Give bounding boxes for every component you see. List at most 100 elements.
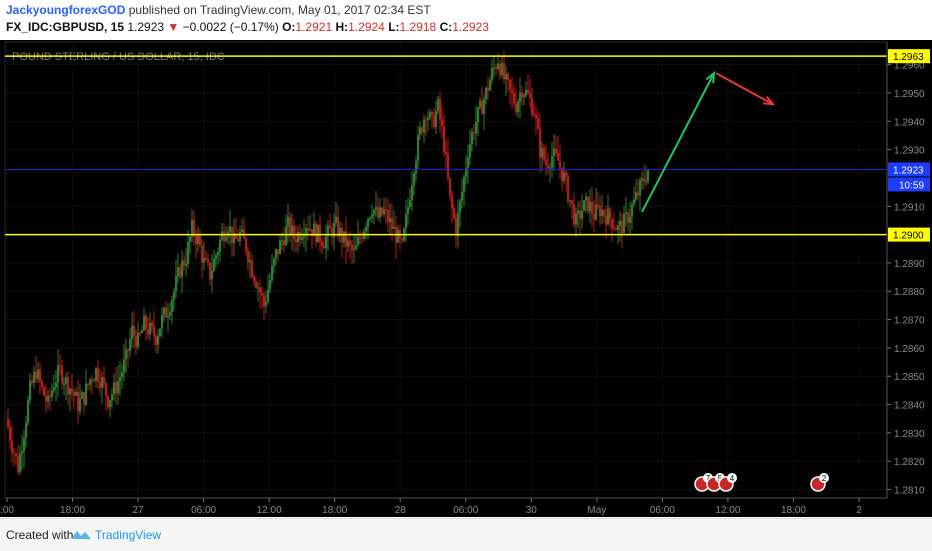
candle-body: [361, 238, 364, 240]
candle-body: [451, 195, 454, 209]
candle-body: [609, 208, 612, 220]
candle-body: [47, 395, 50, 402]
candle-body: [199, 235, 202, 246]
candle-body: [17, 456, 20, 473]
candle-body: [317, 224, 320, 243]
candle-body: [269, 279, 272, 290]
candle-body: [125, 349, 128, 360]
candle-body: [611, 219, 614, 229]
candle-body: [583, 200, 586, 211]
candle-body: [169, 311, 172, 316]
candle-body: [201, 245, 204, 263]
candle-body: [367, 218, 370, 228]
candle-body: [241, 229, 244, 233]
candle-body: [577, 210, 580, 214]
candle-body: [597, 204, 600, 207]
candle-body: [225, 236, 228, 241]
candle-body: [459, 200, 462, 213]
candle-body: [73, 391, 76, 396]
candle-body: [195, 235, 198, 244]
candle-body: [521, 92, 524, 98]
candle-body: [127, 349, 130, 351]
tradingview-logo-icon[interactable]: [70, 527, 92, 543]
candle-body: [175, 276, 178, 292]
candle-body: [139, 332, 142, 334]
candle-body: [97, 368, 100, 383]
candle-body: [479, 100, 482, 108]
candle-body: [353, 249, 356, 251]
x-tick-label: 06:00: [453, 505, 478, 516]
candle-body: [421, 127, 424, 133]
candle-body: [529, 92, 532, 98]
candle-body: [257, 287, 260, 289]
candle-body: [65, 377, 68, 384]
candle-body: [49, 395, 52, 398]
x-tick-label: 18:00: [322, 505, 347, 516]
candle-body: [567, 176, 570, 202]
candle-body: [423, 119, 426, 133]
candle-body: [581, 210, 584, 219]
open-value: 1.2921: [295, 20, 333, 34]
candle-body: [383, 209, 386, 215]
x-tick-label: :00: [0, 505, 14, 516]
candle-body: [37, 369, 40, 379]
publish-line: JackyoungforexGOD published on TradingVi…: [6, 3, 431, 17]
candle-body: [453, 208, 456, 219]
author-link[interactable]: JackyoungforexGOD: [6, 3, 125, 17]
x-tick-label: 27: [133, 505, 145, 516]
candle-body: [259, 287, 262, 293]
price-chart[interactable]: POUND STERLING / US DOLLAR, 15, IDC 1.29…: [0, 40, 932, 517]
candle-body: [633, 199, 636, 205]
candle-body: [41, 381, 44, 388]
candle-body: [45, 396, 48, 402]
candle-body: [349, 240, 352, 245]
candle-body: [569, 200, 572, 202]
last-price: 1.2923: [127, 20, 165, 34]
candle-body: [331, 228, 334, 238]
candle-body: [599, 206, 602, 217]
event-count-label: 2: [822, 474, 827, 483]
candle-body: [457, 212, 460, 237]
candle-body: [385, 209, 388, 211]
close-label: C:: [439, 20, 453, 34]
candle-body: [149, 322, 152, 335]
candle-body: [43, 387, 46, 397]
candle-body: [389, 218, 392, 223]
candle-body: [303, 235, 306, 238]
candle-body: [435, 111, 438, 128]
y-tick-label: 1.2870: [894, 316, 925, 327]
candle-body: [357, 237, 360, 246]
candle-body: [15, 453, 18, 457]
candle-body: [147, 329, 150, 335]
candle-body: [31, 380, 34, 383]
candle-body: [605, 215, 608, 225]
high-value: 1.2924: [348, 20, 385, 34]
symbol-label: FX_IDC:GBPUSD, 15: [6, 20, 125, 34]
candle-body: [203, 257, 206, 263]
tradingview-brand-link[interactable]: TradingView: [95, 528, 161, 542]
candle-body: [59, 365, 62, 367]
candle-body: [55, 382, 58, 388]
chart-area[interactable]: POUND STERLING / US DOLLAR, 15, IDC 1.29…: [0, 40, 932, 517]
candle-body: [213, 258, 216, 271]
candle-body: [535, 114, 538, 119]
y-tick-label: 1.2860: [894, 344, 925, 355]
candle-body: [601, 210, 604, 217]
candle-body: [159, 328, 162, 336]
candle-body: [591, 201, 594, 214]
candle-body: [587, 196, 590, 212]
candle-body: [593, 213, 596, 220]
y-tick-label: 1.2950: [894, 89, 925, 100]
candle-body: [387, 209, 390, 223]
candle-body: [273, 258, 276, 266]
candle-body: [417, 135, 420, 161]
candle-body: [555, 148, 558, 153]
candle-body: [85, 383, 88, 405]
candle-body: [467, 157, 470, 168]
candle-body: [255, 281, 258, 288]
candle-body: [617, 225, 620, 231]
x-tick-label: 12:00: [257, 505, 282, 516]
candle-body: [25, 422, 28, 438]
candle-body: [27, 400, 30, 423]
candle-body: [119, 377, 122, 381]
